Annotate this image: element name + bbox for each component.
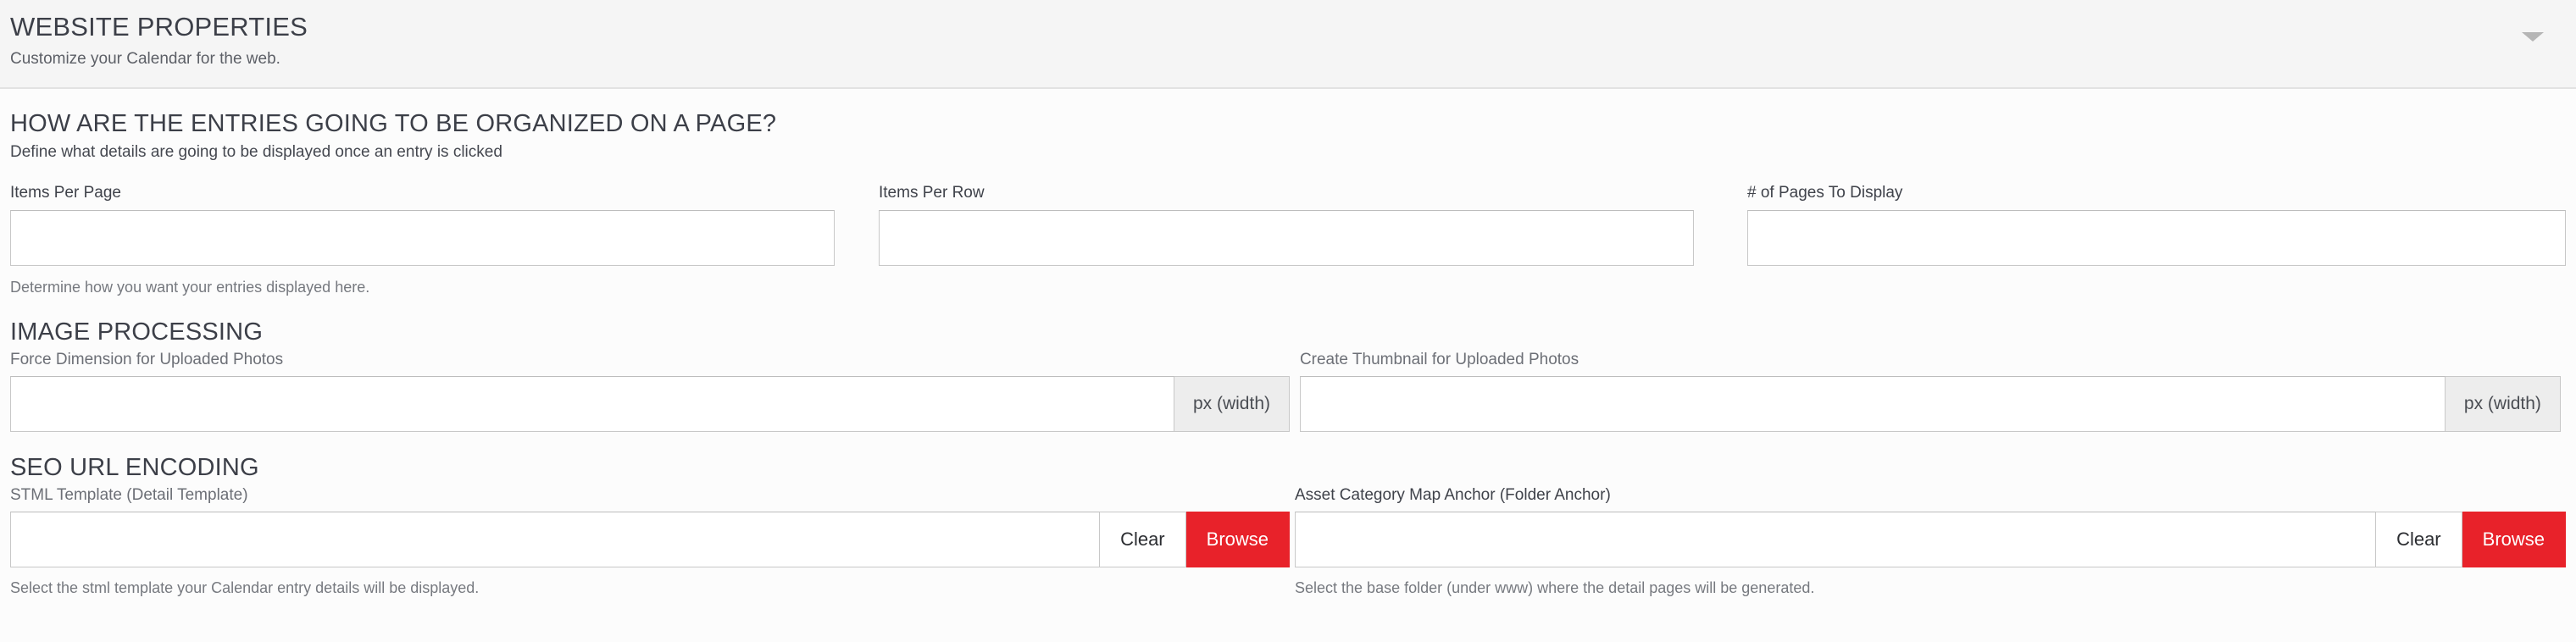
section-seo-url-encoding: SEO URL ENCODING STML Template (Detail T… bbox=[10, 432, 2566, 598]
website-properties-panel: WEBSITE PROPERTIES Customize your Calend… bbox=[0, 0, 2576, 642]
section-description-entry-organization: Define what details are going to be disp… bbox=[10, 143, 502, 161]
label-asset-category-map-anchor: Asset Category Map Anchor (Folder Anchor… bbox=[1295, 486, 1611, 504]
field-items-per-row: Items Per Row bbox=[879, 183, 1747, 266]
field-create-thumbnail: Create Thumbnail for Uploaded Photos px … bbox=[1299, 350, 2566, 432]
asset-category-map-anchor-browse-button[interactable]: Browse bbox=[2462, 512, 2566, 567]
force-dimension-input[interactable] bbox=[10, 376, 1174, 432]
help-text-entry-organization: Determine how you want your entries disp… bbox=[10, 279, 370, 296]
items-per-page-input[interactable] bbox=[10, 210, 835, 266]
label-force-dimension: Force Dimension for Uploaded Photos bbox=[10, 351, 284, 368]
page-title: WEBSITE PROPERTIES bbox=[10, 12, 308, 42]
label-pages-to-display: # of Pages To Display bbox=[1747, 184, 1903, 202]
create-thumbnail-unit-addon: px (width) bbox=[2445, 376, 2561, 432]
field-force-dimension: Force Dimension for Uploaded Photos px (… bbox=[10, 350, 1300, 432]
section-heading-image-processing: IMAGE PROCESSING bbox=[10, 318, 264, 346]
label-stml-template: STML Template (Detail Template) bbox=[10, 486, 248, 504]
help-text-asset-category-map-anchor: Select the base folder (under www) where… bbox=[1295, 579, 1815, 596]
section-heading-entry-organization: HOW ARE THE ENTRIES GOING TO BE ORGANIZE… bbox=[10, 110, 777, 137]
stml-template-browse-button[interactable]: Browse bbox=[1185, 512, 1290, 567]
field-pages-to-display: # of Pages To Display bbox=[1747, 183, 2566, 266]
pages-to-display-input[interactable] bbox=[1747, 210, 2566, 266]
label-create-thumbnail: Create Thumbnail for Uploaded Photos bbox=[1299, 351, 1579, 368]
create-thumbnail-input[interactable] bbox=[1299, 376, 2446, 432]
panel-subtitle: Customize your Calendar for the web. bbox=[10, 50, 280, 68]
section-heading-seo-url-encoding: SEO URL ENCODING bbox=[10, 454, 259, 481]
field-asset-category-map-anchor: Asset Category Map Anchor (Folder Anchor… bbox=[1295, 485, 2566, 598]
items-per-row-input[interactable] bbox=[879, 210, 1694, 266]
asset-category-map-anchor-input[interactable] bbox=[1295, 512, 2377, 567]
chevron-down-icon[interactable] bbox=[2522, 32, 2544, 42]
label-items-per-row: Items Per Row bbox=[879, 184, 985, 202]
asset-category-map-anchor-clear-button[interactable]: Clear bbox=[2376, 512, 2462, 567]
label-items-per-page: Items Per Page bbox=[10, 184, 121, 202]
field-stml-template: STML Template (Detail Template) Clear Br… bbox=[10, 485, 1295, 598]
panel-header: WEBSITE PROPERTIES Customize your Calend… bbox=[0, 0, 2576, 89]
stml-template-clear-button[interactable]: Clear bbox=[1100, 512, 1186, 567]
section-image-processing: IMAGE PROCESSING Force Dimension for Upl… bbox=[10, 297, 2566, 432]
force-dimension-unit-addon: px (width) bbox=[1174, 376, 1290, 432]
help-text-stml-template: Select the stml template your Calendar e… bbox=[10, 579, 480, 596]
stml-template-input[interactable] bbox=[10, 512, 1101, 567]
section-entry-organization: HOW ARE THE ENTRIES GOING TO BE ORGANIZE… bbox=[10, 89, 2566, 297]
field-items-per-page: Items Per Page bbox=[10, 183, 879, 266]
panel-body: HOW ARE THE ENTRIES GOING TO BE ORGANIZE… bbox=[0, 89, 2576, 598]
